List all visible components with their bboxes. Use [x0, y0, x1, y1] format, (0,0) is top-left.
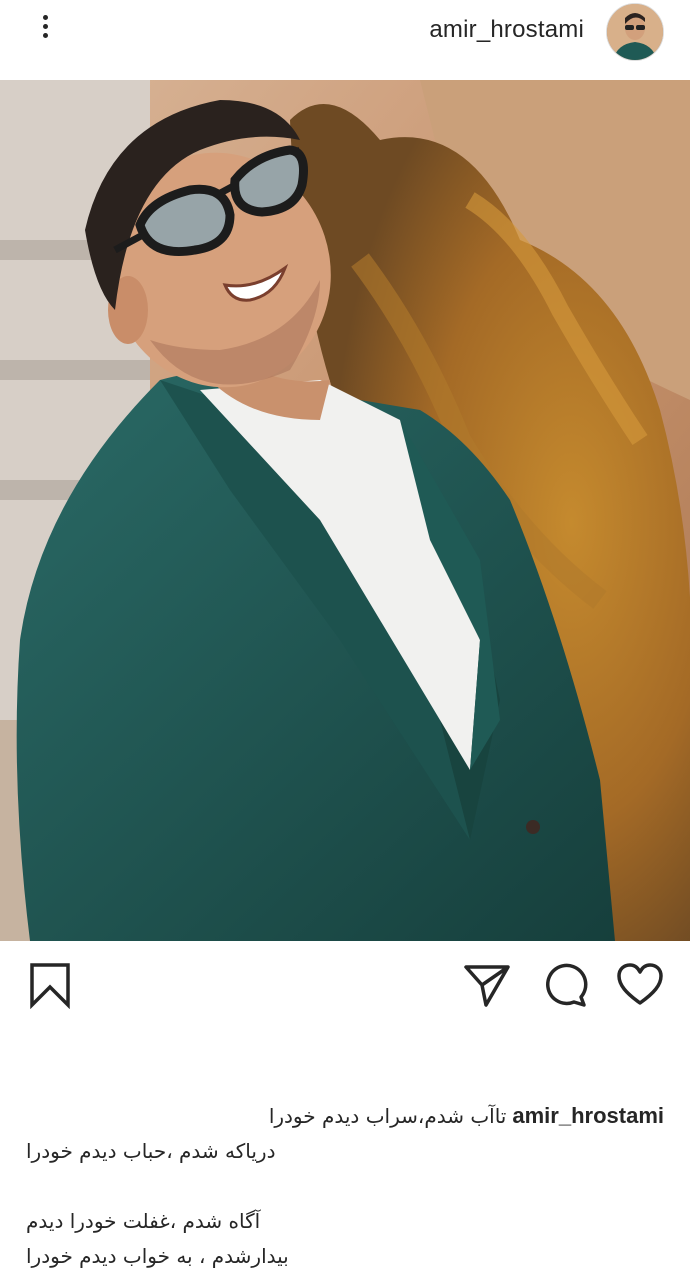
bookmark-icon[interactable] [26, 961, 74, 1009]
caption-line: بیدارشدم ، به خواب دیدم خودرا [26, 1244, 289, 1268]
caption-line: دریاکه شدم ،حباب دیدم خودرا [26, 1139, 276, 1163]
post-photo[interactable] [0, 80, 690, 941]
action-bar [0, 941, 690, 1031]
post-caption: amir_hrostamiتاآب شدم،سراب دیدم خودرا در… [26, 1098, 664, 1274]
post-header: amir_hrostami [0, 0, 690, 78]
caption-username[interactable]: amir_hrostami [512, 1103, 664, 1128]
caption-first-line: amir_hrostamiتاآب شدم،سراب دیدم خودرا [26, 1098, 664, 1134]
comment-icon[interactable] [541, 961, 589, 1009]
like-icon[interactable] [616, 961, 664, 1009]
more-options-icon[interactable] [30, 12, 60, 48]
avatar[interactable] [606, 3, 664, 61]
caption-line: تاآب شدم،سراب دیدم خودرا [268, 1104, 507, 1128]
caption-line: آگاه شدم ،غفلت خودرا دیدم [26, 1209, 261, 1233]
share-icon[interactable] [463, 961, 511, 1009]
header-username[interactable]: amir_hrostami [429, 16, 584, 44]
caption-line [26, 1169, 664, 1204]
